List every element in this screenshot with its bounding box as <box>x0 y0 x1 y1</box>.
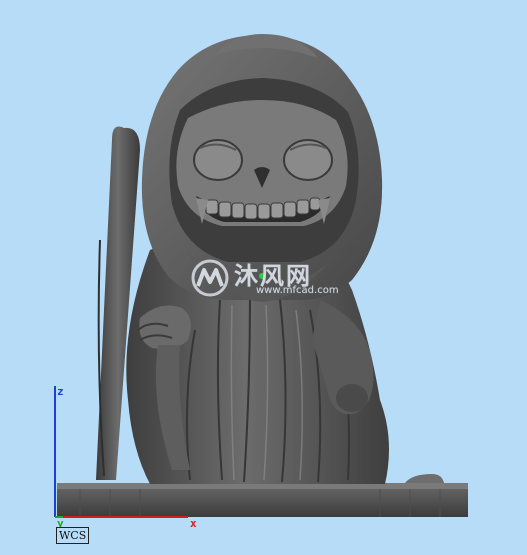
skull <box>176 100 348 226</box>
x-axis-label: x <box>190 517 197 530</box>
wcs-label: WCS <box>56 527 90 544</box>
3d-viewport[interactable]: 沐风网 www.mfcad.com z x y WCS <box>0 0 527 555</box>
right-eye-socket <box>283 139 333 181</box>
watermark: 沐风网 www.mfcad.com <box>188 256 358 302</box>
mf-logo-icon <box>191 259 229 297</box>
watermark-url: www.mfcad.com <box>256 285 339 296</box>
left-eye-socket <box>193 139 243 181</box>
z-axis-label: z <box>57 385 64 398</box>
